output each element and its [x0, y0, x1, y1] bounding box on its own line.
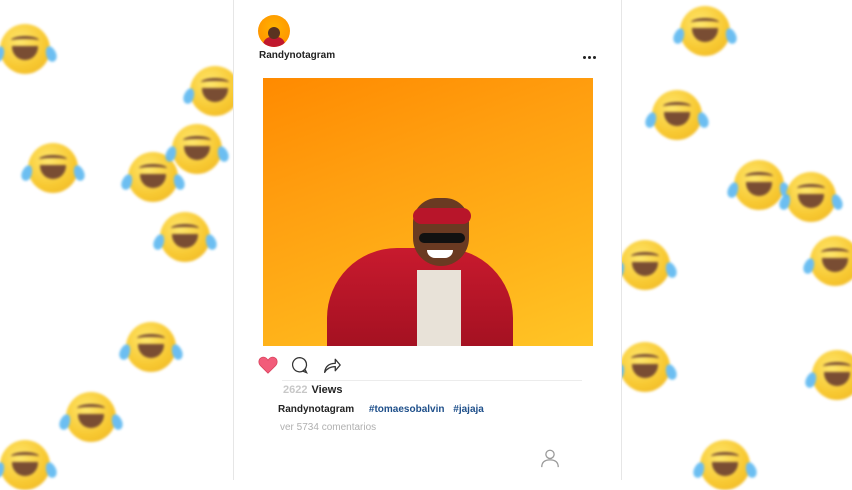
- post-photo: [263, 78, 593, 346]
- hashtag[interactable]: #tomaesobalvin: [369, 404, 445, 415]
- caption-username[interactable]: Randynotagram: [278, 404, 354, 415]
- divider: [282, 380, 582, 381]
- laughing-emoji-bg: [810, 236, 852, 286]
- views-count: 2622: [283, 384, 308, 396]
- views-label: Views: [311, 384, 343, 396]
- laughing-emoji-bg: [680, 6, 730, 56]
- laughing-emoji-bg: [620, 240, 670, 290]
- view-comments-link[interactable]: ver 5734 comentarios: [280, 422, 376, 433]
- post-card: Randynotagram 2622 Views Randynotagram #t…: [233, 0, 622, 480]
- laughing-emoji-bg: [160, 212, 210, 262]
- comment-icon[interactable]: [290, 356, 309, 375]
- heart-icon[interactable]: [258, 356, 278, 374]
- laughing-emoji-bg: [812, 350, 852, 400]
- avatar[interactable]: [258, 15, 290, 47]
- laughing-emoji-bg: [652, 90, 702, 140]
- laughing-emoji-bg: [0, 440, 50, 490]
- laughing-emoji-bg: [0, 24, 50, 74]
- laughing-emoji-bg: [620, 342, 670, 392]
- laughing-emoji-bg: [786, 172, 836, 222]
- laughing-emoji-bg: [172, 124, 222, 174]
- laughing-emoji-bg: [28, 143, 78, 193]
- laughing-emoji-bg: [734, 160, 784, 210]
- more-icon[interactable]: [583, 52, 597, 62]
- laughing-emoji-bg: [700, 440, 750, 490]
- laughing-emoji-bg: [66, 392, 116, 442]
- laughing-emoji-bg: [126, 322, 176, 372]
- hashtag[interactable]: #jajaja: [453, 404, 484, 415]
- profile-icon[interactable]: [539, 447, 561, 469]
- caption: Randynotagram #tomaesobalvin #jajaja: [278, 404, 490, 415]
- share-icon[interactable]: [322, 356, 342, 374]
- post-username[interactable]: Randynotagram: [259, 50, 335, 61]
- views-row: 2622 Views: [283, 384, 342, 396]
